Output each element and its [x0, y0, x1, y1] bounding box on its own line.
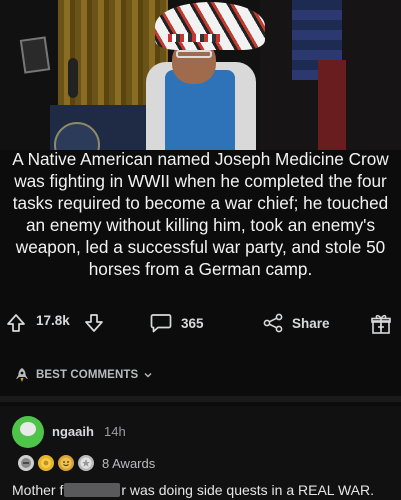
glasses: [176, 50, 212, 58]
share-label: Share: [292, 315, 330, 331]
comment[interactable]: ngaaih 14h 8 Awards Mother f r was doing …: [0, 406, 401, 500]
silver-award-icon: [78, 455, 94, 471]
microphone: [68, 58, 78, 98]
awards-count: 8 Awards: [102, 455, 156, 471]
award-gift-icon: [371, 314, 391, 334]
censor-bar: [64, 483, 121, 497]
face-award-icon: [58, 455, 74, 471]
downvote-button[interactable]: [84, 313, 104, 333]
comments-button[interactable]: 365: [150, 313, 204, 333]
lamp: [19, 36, 51, 74]
post-image[interactable]: [0, 0, 401, 150]
flag-red-stripe: [318, 60, 346, 150]
upvote-icon[interactable]: [6, 313, 26, 333]
awards-row[interactable]: 8 Awards: [18, 454, 155, 472]
headdress-band: [168, 34, 220, 42]
downvote-icon[interactable]: [84, 313, 104, 333]
comment-text-end: r was doing side quests in a REAL WAR.: [121, 482, 374, 498]
comment-username[interactable]: ngaaih: [52, 424, 94, 439]
share-icon: [263, 313, 283, 333]
avatar-face: [20, 422, 36, 436]
rocket-icon: [16, 368, 28, 382]
sort-label: BEST COMMENTS: [36, 369, 139, 381]
comment-age: 14h: [104, 424, 126, 439]
post-action-bar: 17.8k 365 Share: [0, 310, 401, 340]
award-icon: [18, 455, 34, 471]
chevron-down-icon: [144, 373, 152, 378]
comment-count: 365: [181, 315, 204, 331]
sort-comments-button[interactable]: BEST COMMENTS: [14, 366, 153, 384]
award-button[interactable]: [370, 313, 392, 335]
avatar[interactable]: [12, 416, 44, 448]
gold-award-icon: [38, 455, 54, 471]
comment-bubble-icon: [150, 314, 172, 333]
comment-body: Mother f r was doing side quests in a REA…: [12, 482, 374, 498]
section-divider: [0, 396, 401, 402]
post-caption: A Native American named Joseph Medicine …: [12, 149, 389, 279]
upvote-button[interactable]: [6, 313, 26, 333]
feather-headdress: [155, 2, 265, 50]
share-button[interactable]: Share: [262, 313, 330, 333]
comment-text-start: Mother f: [12, 482, 64, 498]
vote-count: 17.8k: [36, 313, 70, 328]
